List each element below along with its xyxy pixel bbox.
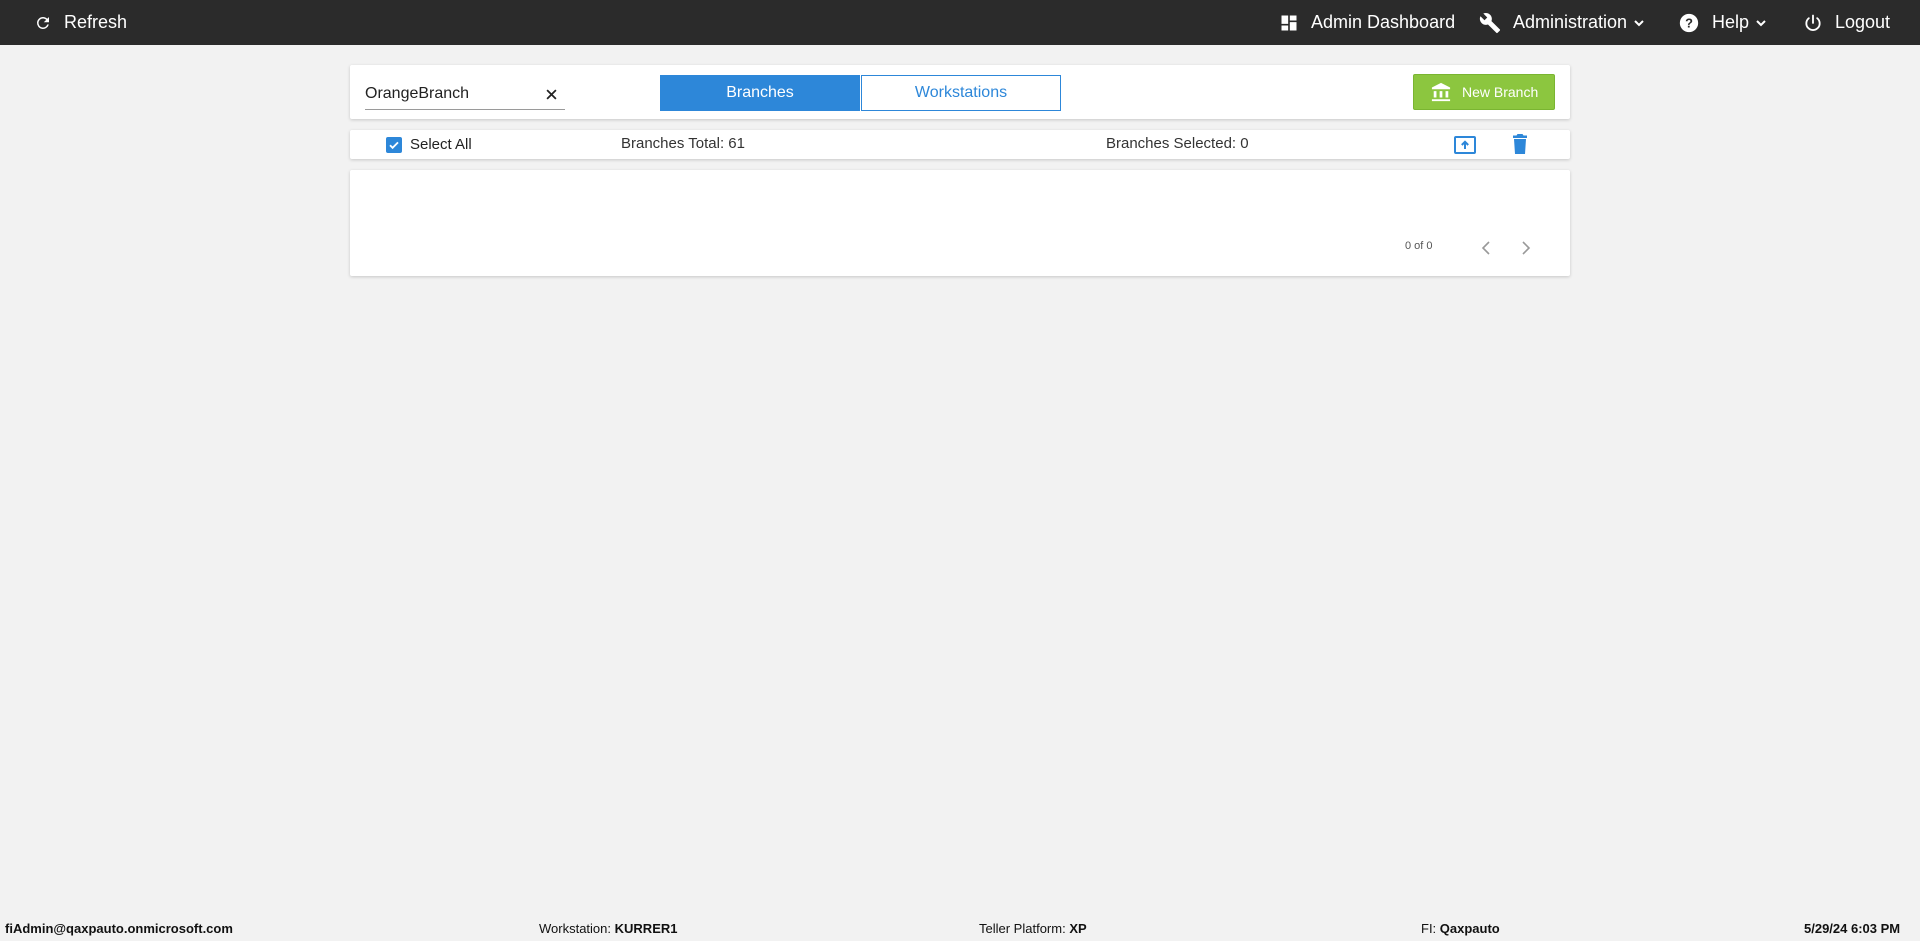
export-button[interactable]: [1454, 136, 1476, 159]
tab-workstations[interactable]: Workstations: [861, 75, 1061, 111]
refresh-button[interactable]: Refresh: [34, 0, 127, 45]
chevron-right-icon: [1522, 241, 1531, 255]
trash-icon: [1513, 134, 1527, 154]
select-all-label: Select All: [410, 136, 472, 153]
chevron-down-icon: [1634, 19, 1644, 26]
top-nav-bar: Refresh Admin Dashboard Administration ?…: [0, 0, 1920, 45]
footer-platform: Teller Platform: XP: [979, 921, 1087, 936]
search-card: Branches Workstations New Branch: [350, 65, 1570, 119]
footer-workstation-value: KURRER1: [614, 921, 678, 936]
footer-fi-label: FI:: [1421, 921, 1437, 936]
footer-datetime-value: 5/29/24 6:03 PM: [1804, 921, 1901, 936]
branches-selected: Branches Selected: 0: [1106, 135, 1249, 152]
status-footer: fiAdmin@qaxpauto.onmicrosoft.com Worksta…: [0, 915, 1920, 941]
previous-page-button[interactable]: [1477, 239, 1495, 257]
checkmark-icon: [389, 141, 399, 150]
search-input[interactable]: [365, 82, 535, 106]
tab-branches[interactable]: Branches: [660, 75, 860, 111]
footer-fi-value: Qaxpauto: [1439, 921, 1500, 936]
refresh-label: Refresh: [64, 12, 128, 32]
footer-user-value: fiAdmin@qaxpauto.onmicrosoft.com: [5, 921, 233, 936]
footer-workstation-label: Workstation:: [539, 921, 612, 936]
view-toggle: Branches Workstations: [660, 75, 1061, 111]
export-icon: [1454, 136, 1476, 154]
dashboard-icon: [1281, 15, 1297, 30]
footer-platform-value: XP: [1069, 921, 1087, 936]
pagination-text: 0 of 0: [1405, 240, 1433, 252]
footer-workstation: Workstation: KURRER1: [539, 921, 677, 936]
next-page-button[interactable]: [1517, 239, 1535, 257]
results-card: 0 of 0: [350, 170, 1570, 276]
new-branch-label: New Branch: [1462, 84, 1539, 100]
help-menu[interactable]: ? Help: [1678, 0, 1767, 45]
power-icon: [1805, 14, 1821, 31]
admin-dashboard-label: Admin Dashboard: [1311, 12, 1456, 32]
clear-search-button[interactable]: [541, 84, 561, 104]
new-branch-button[interactable]: New Branch: [1413, 74, 1555, 110]
footer-datetime: 5/29/24 6:03 PM: [1804, 921, 1900, 936]
delete-button[interactable]: [1512, 134, 1528, 159]
footer-platform-label: Teller Platform:: [979, 921, 1066, 936]
administration-label: Administration: [1513, 12, 1628, 32]
logout-button[interactable]: Logout: [1803, 0, 1890, 45]
footer-fi: FI: Qaxpauto: [1421, 921, 1500, 936]
footer-user: fiAdmin@qaxpauto.onmicrosoft.com: [5, 921, 233, 936]
search-field: [365, 80, 565, 110]
close-icon: [545, 88, 557, 100]
help-icon: ?: [1679, 13, 1699, 32]
svg-text:?: ?: [1685, 15, 1693, 30]
chevron-down-icon: [1756, 19, 1766, 26]
select-all-checkbox[interactable]: [386, 137, 402, 153]
refresh-icon: [37, 16, 49, 29]
chevron-left-icon: [1481, 241, 1490, 255]
wrench-icon: [1479, 12, 1501, 33]
logout-label: Logout: [1835, 12, 1891, 32]
admin-dashboard-link[interactable]: Admin Dashboard: [1279, 0, 1455, 45]
help-label: Help: [1712, 12, 1750, 32]
selection-toolbar: Select All Branches Total: 61 Branches S…: [350, 130, 1570, 159]
bank-icon: [1431, 82, 1451, 102]
administration-menu[interactable]: Administration: [1479, 0, 1645, 45]
branches-total: Branches Total: 61: [621, 135, 745, 152]
